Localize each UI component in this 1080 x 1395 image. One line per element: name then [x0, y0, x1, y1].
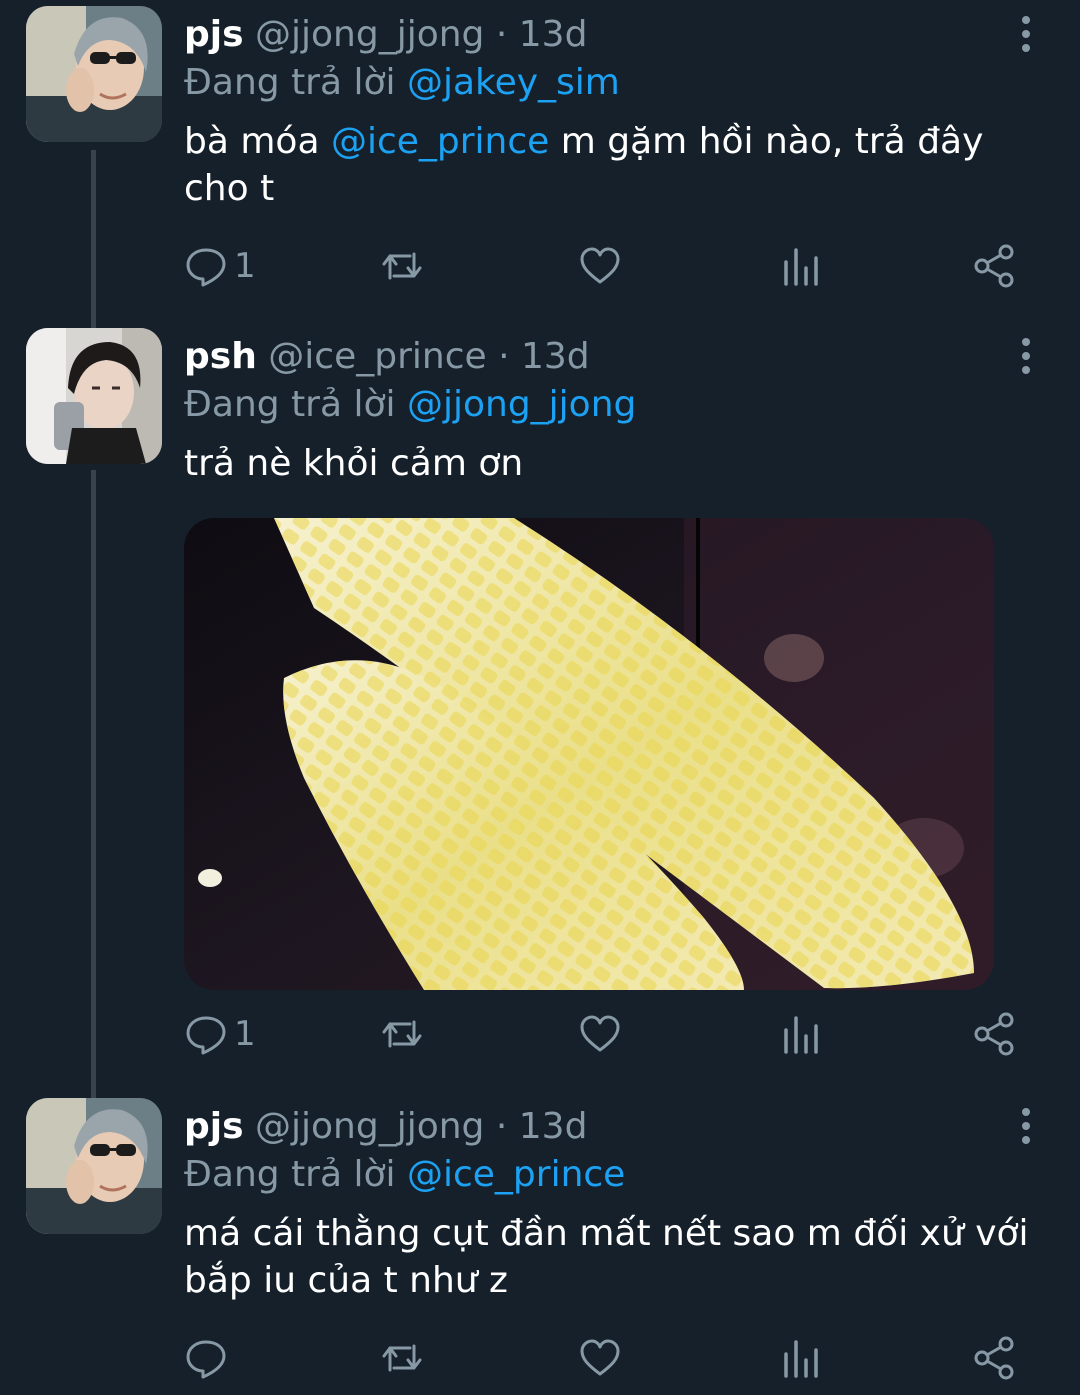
reply-thread: pjs @jjong_jjong · 13d Đang trả lời @jak… [0, 0, 1080, 1395]
retweet-icon [382, 1020, 422, 1048]
like-icon [580, 1339, 620, 1376]
reply-count: 1 [234, 246, 256, 286]
share-icon [974, 244, 1014, 288]
replying-to: Đang trả lời @jakey_sim [184, 58, 620, 108]
display-name[interactable]: pjs [184, 14, 244, 55]
retweet-icon [382, 1344, 422, 1372]
user-handle[interactable]: @jjong_jjong [255, 14, 484, 55]
replying-to: Đang trả lời @ice_prince [184, 1150, 625, 1200]
tweet-text: bà móa @ice_prince m gặm hồi nào, trả đâ… [184, 118, 1044, 212]
like-button[interactable] [578, 1334, 622, 1382]
reply-icon [186, 248, 226, 287]
replying-prefix: Đang trả lời [184, 62, 407, 103]
tweet-header: pjs @jjong_jjong · 13d [184, 10, 587, 60]
user-handle[interactable]: @ice_prince [268, 336, 486, 377]
replying-to-mention[interactable]: @jjong_jjong [407, 384, 636, 425]
user-handle[interactable]: @jjong_jjong [255, 1106, 484, 1147]
share-button[interactable] [972, 1010, 1016, 1058]
tweet-text: má cái thằng cụt đần mất nết sao m đối x… [184, 1213, 1029, 1301]
reply-icon [186, 1016, 226, 1055]
like-button[interactable] [578, 1010, 622, 1058]
timestamp[interactable]: 13d [519, 14, 588, 55]
like-icon [580, 247, 620, 284]
reply-button[interactable]: 1 [184, 242, 256, 290]
separator-dot: · [495, 1106, 508, 1147]
share-button[interactable] [972, 1334, 1016, 1382]
replying-to-mention[interactable]: @jakey_sim [407, 62, 620, 103]
share-icon [974, 1012, 1014, 1056]
display-name[interactable]: pjs [184, 1106, 244, 1147]
like-icon [580, 1015, 620, 1052]
tweet[interactable]: pjs @jjong_jjong · 13d Đang trả lời @ice… [0, 1098, 1080, 1388]
more-icon[interactable] [1014, 14, 1038, 54]
stats-button[interactable] [778, 242, 822, 290]
replying-prefix: Đang trả lời [184, 1154, 407, 1195]
tweet-header: pjs @jjong_jjong · 13d [184, 1102, 587, 1152]
stats-icon [784, 248, 818, 286]
stats-button[interactable] [778, 1334, 822, 1382]
action-bar: 1 [184, 242, 1024, 290]
more-icon[interactable] [1014, 1106, 1038, 1146]
share-icon [974, 1336, 1014, 1380]
separator-dot: · [498, 336, 510, 377]
tweet-header: psh @ice_prince · 13d [184, 332, 590, 382]
tweet[interactable]: psh @ice_prince · 13d Đang trả lời @jjon… [0, 328, 1080, 1068]
reply-count: 1 [234, 1014, 256, 1054]
action-bar: 1 [184, 1010, 1024, 1058]
retweet-icon [382, 252, 422, 280]
stats-icon [784, 1340, 818, 1378]
avatar[interactable] [26, 1098, 162, 1234]
stats-button[interactable] [778, 1010, 822, 1058]
action-bar [184, 1334, 1024, 1382]
tweet-media-image[interactable] [184, 518, 994, 990]
tweet-text: trả nè khỏi cảm ơn [184, 443, 524, 484]
timestamp[interactable]: 13d [521, 336, 590, 377]
stats-icon [784, 1016, 818, 1054]
tweet-mention[interactable]: @ice_prince [331, 121, 549, 162]
reply-button[interactable]: 1 [184, 1010, 256, 1058]
avatar[interactable] [26, 6, 162, 142]
separator-dot: · [495, 14, 508, 55]
timestamp[interactable]: 13d [519, 1106, 588, 1147]
retweet-button[interactable] [380, 1010, 424, 1058]
avatar[interactable] [26, 328, 162, 464]
share-button[interactable] [972, 242, 1016, 290]
more-icon[interactable] [1014, 336, 1038, 376]
display-name[interactable]: psh [184, 336, 257, 377]
retweet-button[interactable] [380, 1334, 424, 1382]
reply-icon [186, 1340, 226, 1379]
replying-to-mention[interactable]: @ice_prince [407, 1154, 625, 1195]
replying-prefix: Đang trả lời [184, 384, 407, 425]
retweet-button[interactable] [380, 242, 424, 290]
replying-to: Đang trả lời @jjong_jjong [184, 380, 636, 430]
tweet-text-part: bà móa [184, 121, 331, 162]
like-button[interactable] [578, 242, 622, 290]
reply-button[interactable] [184, 1334, 234, 1382]
tweet[interactable]: pjs @jjong_jjong · 13d Đang trả lời @jak… [0, 6, 1080, 306]
